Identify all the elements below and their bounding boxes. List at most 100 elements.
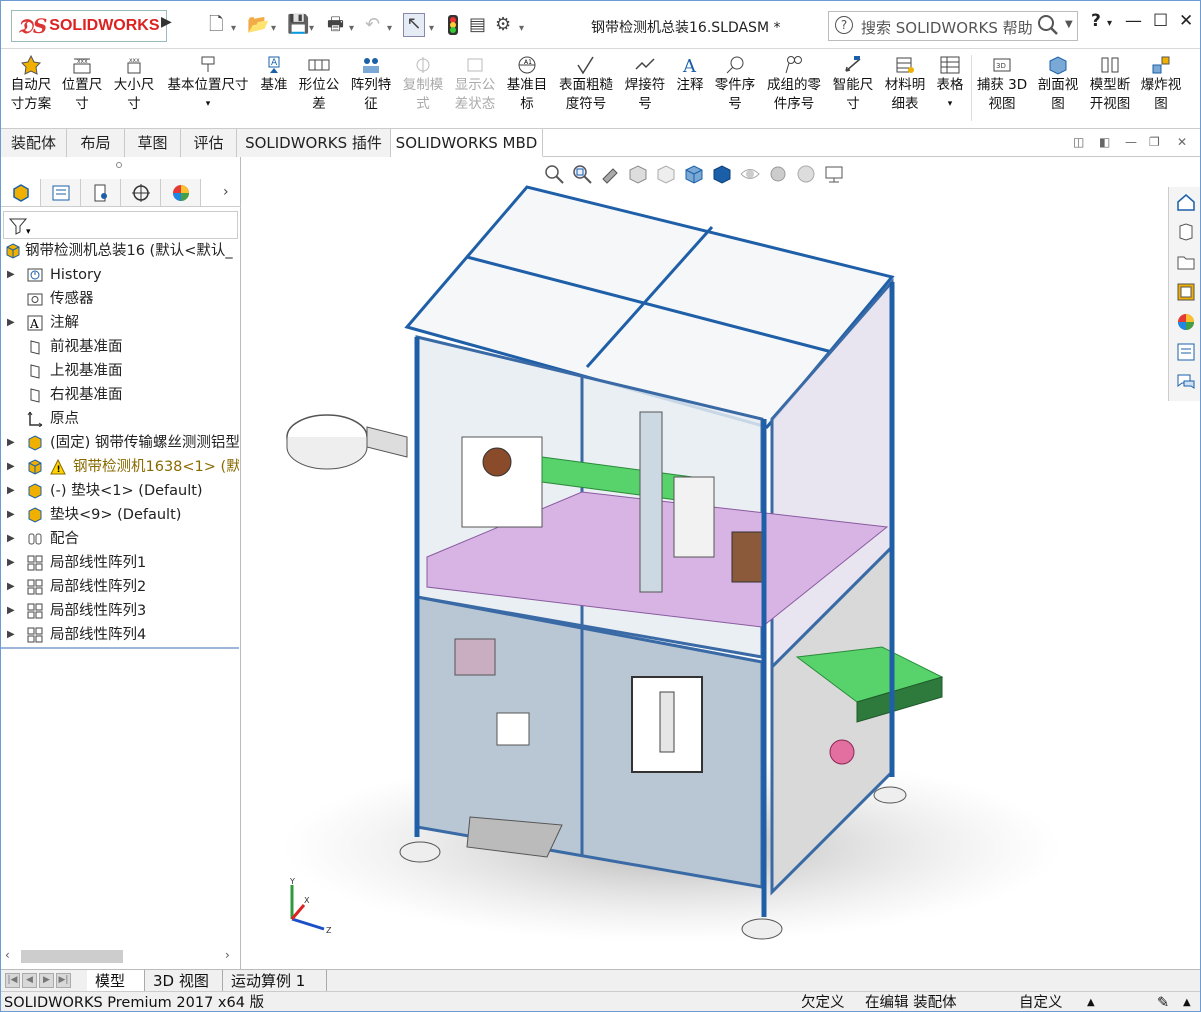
tab-evaluate[interactable]: 评估 [181, 129, 237, 157]
expand-arrow-icon[interactable]: ▶ [7, 527, 15, 551]
tree-node-component[interactable]: ▶ ! 钢带检测机1638<1> (默 [1, 455, 239, 479]
tree-node-pattern[interactable]: ▶ 局部线性阵列2 [1, 575, 239, 599]
tab-sketch[interactable]: 草图 [125, 129, 181, 157]
save-icon[interactable]: 💾 [287, 15, 309, 35]
graphics-area[interactable]: Y X Z [242, 157, 1200, 969]
expand-arrow-icon[interactable]: ▶ [7, 551, 15, 575]
prev-tab-arrow-icon[interactable]: ◀ [22, 973, 37, 988]
undo-icon[interactable]: ↶ [365, 15, 380, 35]
expand-arrow-icon[interactable]: ▶ [7, 431, 15, 455]
surface-finish-button[interactable]: 表面粗糙度符号 [555, 55, 617, 114]
feedback-dropdown-icon[interactable]: ▲ [1183, 992, 1191, 1011]
scroll-thumb[interactable] [21, 950, 123, 963]
model-break-view-button[interactable]: 模型断开视图 [1087, 55, 1133, 114]
tree-filter-field[interactable]: ▾ [3, 211, 238, 239]
tree-node-top-plane[interactable]: 上视基准面 [1, 359, 239, 383]
viewport-minimize-icon[interactable]: — [1125, 135, 1137, 149]
tab-assembly[interactable]: 装配体 [1, 129, 67, 157]
print-dropdown-icon[interactable]: ▾ [349, 19, 354, 39]
tree-node-annotations[interactable]: ▶ A 注解 [1, 311, 239, 335]
dropdown-arrow-icon[interactable]: ▾ [933, 95, 967, 114]
task-pane-resources-button[interactable] [1172, 219, 1200, 245]
tab-display-manager[interactable] [161, 179, 201, 206]
first-tab-arrow-icon[interactable]: |◀ [5, 973, 20, 988]
tab-solidworks-mbd[interactable]: SOLIDWORKS MBD [391, 129, 543, 157]
tree-root-assembly[interactable]: 钢带检测机总装16 (默认<默认_ [1, 239, 239, 263]
tree-node-sensors[interactable]: 传感器 [1, 287, 239, 311]
balloon-button[interactable]: 零件序号 [711, 55, 759, 114]
task-pane-file-explorer-button[interactable] [1172, 249, 1200, 275]
maximize-button[interactable]: ☐ [1153, 11, 1168, 31]
viewport-close-icon[interactable]: ✕ [1177, 135, 1187, 149]
menu-expand-arrow-icon[interactable]: ▶ [161, 14, 172, 30]
open-dropdown-icon[interactable]: ▾ [271, 19, 276, 39]
help-button[interactable]: ? [1091, 11, 1101, 31]
location-dimension-button[interactable]: xxx 位置尺寸 [59, 55, 105, 114]
new-dropdown-icon[interactable]: ▾ [231, 19, 236, 39]
task-pane-appearances-button[interactable] [1172, 309, 1200, 335]
tree-node-component[interactable]: ▶ (-) 垫块<1> (Default) [1, 479, 239, 503]
task-pane-forum-button[interactable] [1172, 369, 1200, 395]
expand-arrow-icon[interactable]: ▶ [7, 575, 15, 599]
tree-node-history[interactable]: ▶ History [1, 263, 239, 287]
file-properties-icon[interactable]: ▤ [469, 15, 486, 35]
tab-property-manager[interactable] [41, 179, 81, 206]
last-tab-arrow-icon[interactable]: ▶| [56, 973, 71, 988]
select-dropdown-icon[interactable]: ▾ [429, 19, 434, 39]
weld-symbol-button[interactable]: 焊接符号 [621, 55, 669, 114]
tree-node-front-plane[interactable]: 前视基准面 [1, 335, 239, 359]
task-pane-custom-properties-button[interactable] [1172, 339, 1200, 365]
smart-dimension-button[interactable]: 智能尺寸 [829, 55, 877, 114]
next-tab-arrow-icon[interactable]: ▶ [39, 973, 54, 988]
tabs-more-arrow-icon[interactable]: › [223, 184, 229, 200]
size-dimension-button[interactable]: xxx 大小尺寸 [111, 55, 157, 114]
capture-3d-view-button[interactable]: 3D 捕获 3D 视图 [975, 55, 1029, 114]
tree-node-pattern[interactable]: ▶ 局部线性阵列4 [1, 623, 239, 647]
task-pane-view-palette-button[interactable] [1172, 279, 1200, 305]
select-pointer-icon[interactable]: ↖ [403, 13, 425, 37]
pattern-feature-button[interactable]: 阵列特征 [347, 55, 395, 114]
feedback-icon[interactable]: ✎ [1157, 992, 1169, 1011]
tree-node-mates[interactable]: ▶ 配合 [1, 527, 239, 551]
scroll-right-arrow-icon[interactable]: › [225, 948, 230, 962]
stacked-balloon-button[interactable]: 成组的零件序号 [763, 55, 825, 114]
tab-feature-manager[interactable] [1, 179, 41, 206]
expand-arrow-icon[interactable]: ▶ [7, 623, 15, 647]
tolerance-status-button[interactable]: 显示公差状态 [451, 55, 499, 114]
expand-arrow-icon[interactable]: ▶ [7, 599, 15, 623]
tab-model[interactable]: 模型 [87, 970, 145, 992]
search-dropdown-icon[interactable]: ▼ [1065, 19, 1073, 30]
save-dropdown-icon[interactable]: ▾ [309, 19, 314, 39]
help-search-box[interactable]: ? 搜索 SOLIDWORKS 帮助 ▼ [828, 11, 1078, 41]
exploded-view-button[interactable]: 爆炸视图 [1137, 55, 1185, 114]
datum-target-button[interactable]: A1 基准目标 [503, 55, 551, 114]
tab-dimxpert-manager[interactable] [121, 179, 161, 206]
close-button[interactable]: ✕ [1179, 11, 1193, 31]
viewport-tile-right-icon[interactable]: ◧ [1099, 135, 1110, 149]
help-dropdown-icon[interactable]: ▾ [1107, 18, 1112, 29]
solidworks-logo[interactable]: 𝔇S SOLIDWORKS [11, 10, 167, 42]
expand-arrow-icon[interactable]: ▶ [7, 503, 15, 527]
task-pane-home-button[interactable] [1172, 189, 1200, 215]
tree-node-pattern[interactable]: ▶ 局部线性阵列3 [1, 599, 239, 623]
undo-dropdown-icon[interactable]: ▾ [387, 19, 392, 39]
bom-button[interactable]: 材料明细表 [881, 55, 929, 114]
tree-node-component[interactable]: ▶ (固定) 钢带传输螺丝测测铝型 [1, 431, 239, 455]
new-document-icon[interactable]: 🗋 [209, 15, 223, 35]
search-icon[interactable] [1037, 14, 1059, 36]
tree-node-pattern[interactable]: ▶ 局部线性阵列1 [1, 551, 239, 575]
assembly-3d-model[interactable] [242, 157, 1168, 969]
expand-arrow-icon[interactable]: ▶ [7, 263, 15, 287]
panel-grip-icon[interactable] [116, 162, 122, 168]
tab-layout[interactable]: 布局 [67, 129, 125, 157]
tree-node-right-plane[interactable]: 右视基准面 [1, 383, 239, 407]
options-dropdown-icon[interactable]: ▾ [519, 19, 524, 39]
tab-configuration-manager[interactable] [81, 179, 121, 206]
datum-button[interactable]: A 基准 [257, 55, 291, 95]
geometric-tolerance-button[interactable]: 形位公差 [295, 55, 343, 114]
tab-motion-study[interactable]: 运动算例 1 [223, 970, 327, 992]
viewport-tile-left-icon[interactable]: ◫ [1073, 135, 1084, 149]
tree-node-origin[interactable]: 原点 [1, 407, 239, 431]
copy-scheme-button[interactable]: 复制模式 [399, 55, 447, 114]
dropdown-arrow-icon[interactable]: ▾ [165, 95, 251, 114]
